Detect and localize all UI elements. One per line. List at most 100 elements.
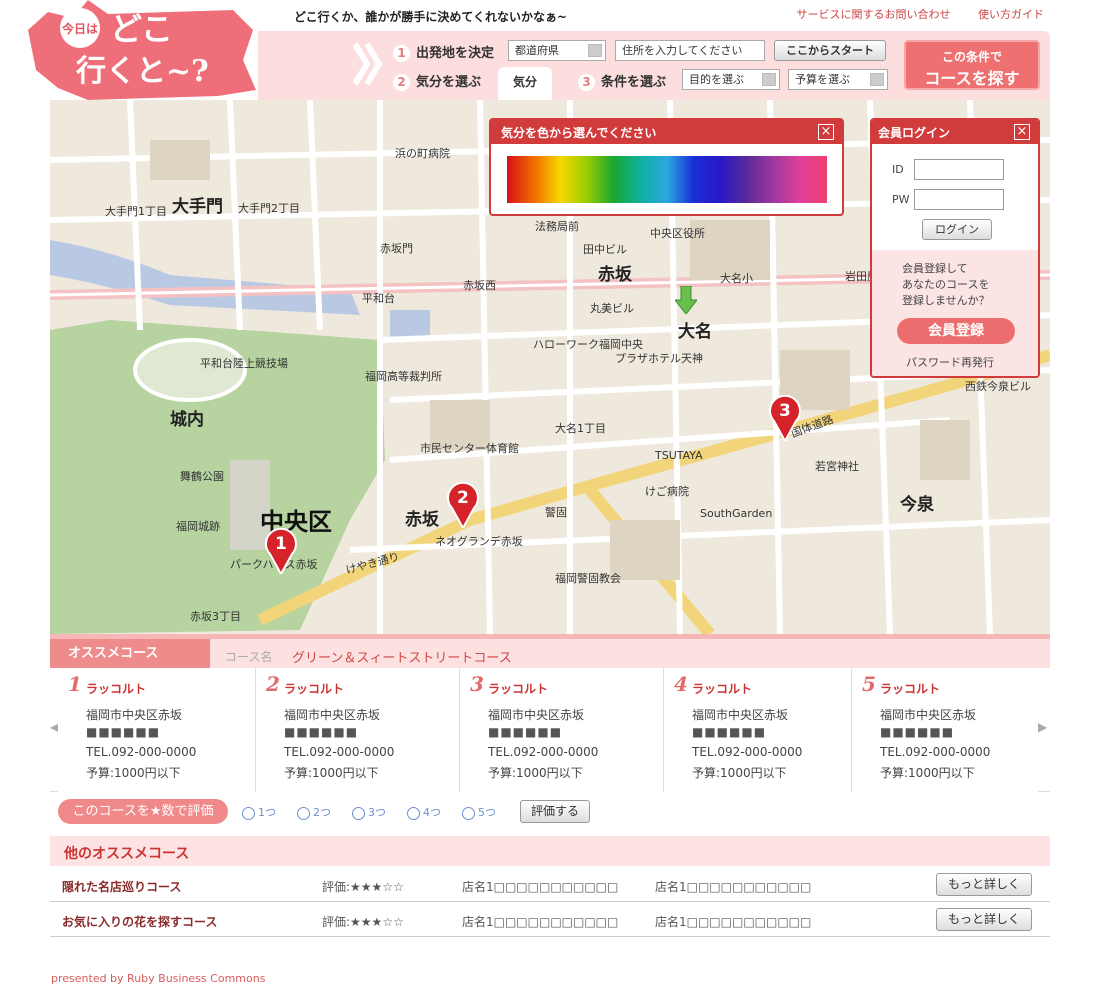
- close-icon[interactable]: ×: [1014, 124, 1030, 140]
- map-label: 大名小: [720, 272, 753, 285]
- register-button[interactable]: 会員登録: [897, 318, 1015, 344]
- step2: 2 気分を選ぶ: [393, 71, 481, 91]
- search-course-button[interactable]: この条件で コースを探す: [904, 40, 1040, 90]
- shop-tel: TEL.092-000-0000: [284, 745, 395, 759]
- other-course-name[interactable]: お気に入りの花を探すコース: [62, 913, 217, 930]
- map-label: 福岡高等裁判所: [365, 370, 442, 383]
- dropdown-arrow-icon: [588, 44, 602, 57]
- shop-tel: TEL.092-000-0000: [692, 745, 803, 759]
- map-label: 警固: [545, 506, 567, 519]
- logo-main-text-2: 行くと~?: [76, 54, 209, 89]
- map-label: 平和台: [362, 292, 395, 305]
- id-label: ID: [892, 163, 904, 176]
- other-course-row: 隠れた名店巡りコース 評価:★★★☆☆ 店名1□□□□□□□□□□□ 店名1□□□□□…: [50, 867, 1050, 902]
- other-course-shop-1: 店名1□□□□□□□□□□□: [462, 880, 619, 894]
- radio-button[interactable]: [462, 806, 475, 820]
- step1-number: 1: [393, 45, 410, 62]
- recommend-header: オススメコース コース名 グリーン＆スィートストリートコース: [50, 634, 1050, 668]
- map-label: 大名1丁目: [555, 422, 606, 435]
- shop-masked-info: ■■■■■■: [488, 725, 563, 739]
- dropdown-arrow-icon: [762, 73, 776, 86]
- shop-masked-info: ■■■■■■: [692, 725, 767, 739]
- search-button-line2: コースを探す: [924, 69, 1020, 88]
- id-input[interactable]: [914, 159, 1004, 180]
- course-number: 5: [862, 672, 876, 696]
- course-card[interactable]: 4 ラッコルト 福岡市中央区赤坂 ■■■■■■ TEL.092-000-0000 予算:1…: [664, 668, 852, 792]
- start-here-button[interactable]: ここからスタート: [774, 40, 886, 61]
- recommend-tab[interactable]: オススメコース: [50, 639, 210, 668]
- step3: 3 条件を選ぶ: [578, 71, 666, 91]
- rating-options: 1つ 2つ 3つ 4つ 5つ: [242, 804, 517, 820]
- course-number: 1: [68, 672, 82, 696]
- password-input[interactable]: [914, 189, 1004, 210]
- logo-top-text: 今日は: [62, 22, 99, 36]
- other-course-name[interactable]: 隠れた名店巡りコース: [62, 878, 181, 895]
- budget-select-value: 予算を選ぶ: [795, 73, 850, 86]
- shop-name[interactable]: ラッコルト: [880, 680, 940, 697]
- register-text-1: 会員登録して: [902, 262, 968, 275]
- shop-name[interactable]: ラッコルト: [488, 680, 548, 697]
- step1: 1 出発地を決定: [393, 42, 494, 62]
- password-reissue-link[interactable]: パスワード再発行: [906, 354, 994, 370]
- map-label: 市民センター体育館: [420, 442, 519, 455]
- prefecture-select[interactable]: 都道府県: [508, 40, 606, 61]
- color-spectrum-picker[interactable]: [507, 156, 827, 203]
- map-label: 大名: [678, 322, 712, 342]
- shop-name[interactable]: ラッコルト: [284, 680, 344, 697]
- map-pin-3[interactable]: 3: [768, 394, 802, 444]
- top-links: サービスに関するお問い合わせ 使い方ガイド: [773, 6, 1045, 22]
- other-course-shop-1: 店名1□□□□□□□□□□□: [462, 915, 619, 929]
- shop-name[interactable]: ラッコルト: [692, 680, 752, 697]
- rating-label: このコースを★数で評価: [58, 799, 228, 824]
- radio-button[interactable]: [297, 806, 310, 820]
- rating-option-4[interactable]: 4つ: [407, 804, 462, 820]
- other-course-shop-2: 店名1□□□□□□□□□□□: [655, 915, 812, 929]
- more-details-button[interactable]: もっと詳しく: [936, 873, 1032, 896]
- more-details-button[interactable]: もっと詳しく: [936, 908, 1032, 931]
- other-course-row: お気に入りの花を探すコース 評価:★★★☆☆ 店名1□□□□□□□□□□□ 店名1□□…: [50, 902, 1050, 937]
- course-card[interactable]: 1 ラッコルト 福岡市中央区赤坂 ■■■■■■ TEL.092-000-0000 予算:1…: [58, 668, 256, 792]
- address-input-placeholder: 住所を入力してください: [622, 44, 743, 57]
- register-area: 会員登録して あなたのコースを 登録しませんか？ 会員登録 パスワード再発行: [872, 250, 1038, 376]
- shop-address: 福岡市中央区赤坂: [880, 708, 977, 722]
- contact-link[interactable]: サービスに関するお問い合わせ: [797, 8, 951, 21]
- map-pin-1[interactable]: 1: [264, 527, 298, 577]
- course-card[interactable]: 5 ラッコルト 福岡市中央区赤坂 ■■■■■■ TEL.092-000-0000 予算:1…: [852, 668, 1038, 792]
- step3-label: 条件を選ぶ: [601, 75, 667, 90]
- budget-select[interactable]: 予算を選ぶ: [788, 69, 888, 90]
- map-label: 浜の町病院: [395, 147, 450, 160]
- map-label: 法務局前: [535, 220, 579, 233]
- shop-address: 福岡市中央区赤坂: [692, 708, 789, 722]
- course-number: 2: [266, 672, 280, 696]
- map-label: 大手門: [172, 197, 223, 217]
- map-label: 丸美ビル: [590, 302, 634, 315]
- step2-number: 2: [393, 74, 410, 91]
- radio-button[interactable]: [352, 806, 365, 820]
- course-card[interactable]: 2 ラッコルト 福岡市中央区赤坂 ■■■■■■ TEL.092-000-0000 予算:1…: [256, 668, 460, 792]
- login-button[interactable]: ログイン: [922, 219, 992, 240]
- radio-button[interactable]: [407, 806, 420, 820]
- rating-option-label: 4つ: [423, 806, 441, 819]
- radio-button[interactable]: [242, 806, 255, 820]
- rate-submit-button[interactable]: 評価する: [520, 800, 590, 823]
- map-label: ネオグランデ赤坂: [435, 535, 523, 548]
- purpose-select[interactable]: 目的を選ぶ: [682, 69, 780, 90]
- rating-option-5[interactable]: 5つ: [462, 804, 517, 820]
- mood-tab[interactable]: 気分: [498, 67, 552, 100]
- map-pin-2[interactable]: 2: [446, 481, 480, 531]
- address-input[interactable]: 住所を入力してください: [615, 40, 765, 61]
- course-name: グリーン＆スィートストリートコース: [292, 651, 512, 666]
- rating-option-1[interactable]: 1つ: [242, 804, 297, 820]
- next-arrow-icon[interactable]: ▶: [1038, 720, 1047, 734]
- shop-name[interactable]: ラッコルト: [86, 680, 146, 697]
- guide-link[interactable]: 使い方ガイド: [978, 8, 1044, 21]
- mood-tab-label: 気分: [512, 75, 537, 89]
- map-label: 福岡警固教会: [555, 572, 621, 585]
- rating-option-3[interactable]: 3つ: [352, 804, 407, 820]
- rating-option-2[interactable]: 2つ: [297, 804, 352, 820]
- purpose-select-value: 目的を選ぶ: [689, 73, 744, 86]
- close-icon[interactable]: ×: [818, 124, 834, 140]
- mood-popup-title: 気分を色から選んでください: [491, 120, 842, 144]
- course-card[interactable]: 3 ラッコルト 福岡市中央区赤坂 ■■■■■■ TEL.092-000-0000 予算:1…: [460, 668, 664, 792]
- shop-masked-info: ■■■■■■: [86, 725, 161, 739]
